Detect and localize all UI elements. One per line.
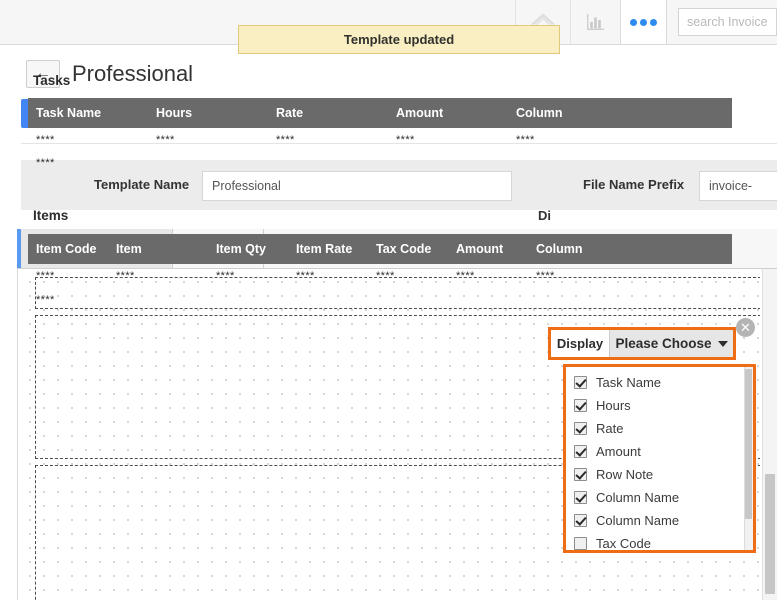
checkbox-icon[interactable] xyxy=(574,399,587,412)
column-option-3[interactable]: Amount xyxy=(566,440,753,463)
table-row: **** **** **** **** **** **** **** xyxy=(28,268,732,284)
tasks-display-dropdown-value: Please Choose xyxy=(615,336,712,351)
tasks-display-control: Display Please Choose xyxy=(548,327,736,360)
items-header-col-2: Item Qty xyxy=(216,242,267,256)
items-header-col-3: Item Rate xyxy=(296,242,353,256)
column-option-4[interactable]: Row Note xyxy=(566,463,753,486)
chevron-down-icon xyxy=(717,340,728,347)
tasks-header-col-2: Rate xyxy=(276,106,304,120)
template-name-input[interactable]: Professional xyxy=(202,171,512,201)
items-header-col-6: Column xyxy=(536,242,583,256)
column-option-5[interactable]: Column Name xyxy=(566,486,753,509)
tasks-header-col-0: Task Name xyxy=(36,106,102,120)
tasks-cell: **** xyxy=(36,134,55,146)
column-option-6[interactable]: Column Name xyxy=(566,509,753,532)
table-row: **** **** **** **** **** xyxy=(28,132,732,148)
more-menu-button[interactable] xyxy=(620,0,667,44)
table-row: **** xyxy=(28,155,732,171)
tasks-display-label: Display xyxy=(551,330,609,357)
tasks-header-col-3: Amount xyxy=(396,106,444,120)
tasks-display-dropdown-panel[interactable]: Task Name Hours Rate Amount Row Note Column N… xyxy=(563,364,756,553)
items-cell: **** xyxy=(376,270,395,282)
template-name-label: Template Name xyxy=(94,177,190,192)
close-icon[interactable]: ✕ xyxy=(736,318,755,337)
dropdown-scrollbar[interactable] xyxy=(744,367,753,550)
file-prefix-label: File Name Prefix xyxy=(583,177,685,192)
items-cell: **** xyxy=(536,270,555,282)
checkbox-icon[interactable] xyxy=(574,468,587,481)
column-option-2[interactable]: Rate xyxy=(566,417,753,440)
column-option-label: Row Note xyxy=(596,467,654,482)
tasks-cell: **** xyxy=(276,134,295,146)
column-option-label: Task Name xyxy=(596,375,662,390)
column-option-list: Task Name Hours Rate Amount Row Note Column N… xyxy=(566,367,753,551)
page-scrollbar[interactable] xyxy=(762,269,777,600)
tasks-section-title: Tasks xyxy=(33,73,71,88)
dropdown-scroll-thumb[interactable] xyxy=(745,369,752,519)
column-option-0[interactable]: Task Name xyxy=(566,371,753,394)
checkbox-icon[interactable] xyxy=(574,537,587,550)
column-option-label: Tax Code xyxy=(596,536,651,551)
more-dots-icon xyxy=(630,18,657,26)
tasks-cell: **** xyxy=(36,157,55,169)
column-option-1[interactable]: Hours xyxy=(566,394,753,417)
tasks-header-col-4: Column xyxy=(516,106,563,120)
items-cell: **** xyxy=(36,270,55,282)
search-container: search Invoice xyxy=(667,0,777,44)
tasks-cell: **** xyxy=(516,134,535,146)
items-cell: **** xyxy=(116,270,135,282)
items-header-col-4: Tax Code xyxy=(376,242,432,256)
page-title: Professional xyxy=(72,61,194,86)
column-option-7[interactable]: Tax Code xyxy=(566,532,753,551)
tasks-cell: **** xyxy=(396,134,415,146)
tasks-display-dropdown-button[interactable]: Please Choose xyxy=(609,330,733,357)
items-header-col-5: Amount xyxy=(456,242,504,256)
column-option-label: Column Name xyxy=(596,490,680,505)
column-option-label: Column Name xyxy=(596,513,680,528)
status-toast: Template updated xyxy=(238,25,560,54)
file-prefix-input[interactable]: invoice- xyxy=(699,171,777,201)
items-header-col-0: Item Code xyxy=(36,242,97,256)
app-root: search Invoice Template updated ← Profes… xyxy=(0,0,777,600)
items-display-label: Di xyxy=(538,208,551,223)
checkbox-icon[interactable] xyxy=(574,376,587,389)
items-table-header: Item Code Item Item Qty Item Rate Tax Code Am… xyxy=(28,234,732,264)
bar-chart-icon xyxy=(585,11,607,33)
column-option-label: Hours xyxy=(596,398,631,413)
tasks-header-col-1: Hours xyxy=(156,106,193,120)
tasks-table-header: Task Name Hours Rate Amount Column xyxy=(28,98,732,128)
column-option-label: Rate xyxy=(596,421,624,436)
checkbox-icon[interactable] xyxy=(574,491,587,504)
items-cell: **** xyxy=(216,270,235,282)
column-option-label: Amount xyxy=(596,444,641,459)
checkbox-icon[interactable] xyxy=(574,445,587,458)
checkbox-icon[interactable] xyxy=(574,422,587,435)
items-section-title: Items xyxy=(33,208,69,223)
reports-button[interactable] xyxy=(570,0,620,44)
tasks-cell: **** xyxy=(156,134,175,146)
items-header-col-1: Item xyxy=(116,242,142,256)
page-scroll-thumb[interactable] xyxy=(765,474,775,594)
search-input[interactable]: search Invoice xyxy=(678,8,777,36)
items-cell: **** xyxy=(36,294,55,306)
items-cell: **** xyxy=(296,270,315,282)
items-cell: **** xyxy=(456,270,475,282)
table-row: **** xyxy=(28,292,732,308)
checkbox-icon[interactable] xyxy=(574,514,587,527)
